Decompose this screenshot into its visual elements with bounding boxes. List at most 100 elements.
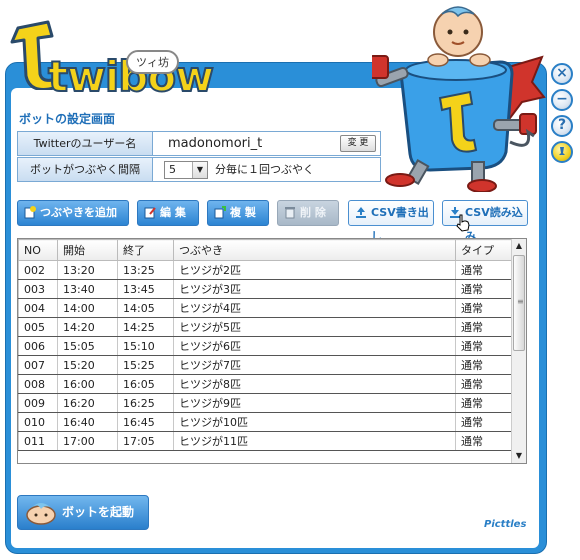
cell-no: 005 (18, 317, 58, 337)
delete-label: 削 除 (300, 206, 326, 219)
cell-type: 通常 (455, 279, 513, 299)
cell-tweet: ヒツジが2匹 (173, 260, 456, 280)
tweet-table[interactable]: NO 開始 終了 つぶやき タイプ 002 13:20 13:25 ヒツジが2匹 通常 0… (17, 238, 527, 464)
table-row[interactable]: 003 13:40 13:45 ヒツジが3匹 通常 (18, 279, 513, 299)
column-header-tweet[interactable]: つぶやき (173, 239, 456, 261)
table-row[interactable]: 004 14:00 14:05 ヒツジが4匹 通常 (18, 298, 513, 318)
interval-row: ボットがつぶやく間隔 5 ▼ 分毎に１回つぶやく (17, 157, 381, 182)
edit-icon (144, 207, 156, 219)
cell-type: 通常 (455, 431, 513, 451)
column-header-type[interactable]: タイプ (455, 239, 513, 261)
cell-tweet: ヒツジが3匹 (173, 279, 456, 299)
table-row[interactable]: 007 15:20 15:25 ヒツジが7匹 通常 (18, 355, 513, 375)
cell-end: 14:25 (117, 317, 174, 337)
cell-no: 002 (18, 260, 58, 280)
interval-select-value: 5 (169, 163, 176, 176)
cell-start: 16:20 (57, 393, 118, 413)
cell-tweet: ヒツジが4匹 (173, 298, 456, 318)
cell-tweet: ヒツジが10匹 (173, 412, 456, 432)
chevron-down-icon[interactable]: ▼ (192, 162, 207, 178)
table-row[interactable]: 009 16:20 16:25 ヒツジが9匹 通常 (18, 393, 513, 413)
minimize-icon[interactable]: − (551, 89, 573, 111)
cell-type: 通常 (455, 336, 513, 356)
cell-end: 15:25 (117, 355, 174, 375)
column-header-no[interactable]: NO (18, 239, 58, 261)
cell-end: 13:45 (117, 279, 174, 299)
cell-type: 通常 (455, 355, 513, 375)
cell-start: 14:20 (57, 317, 118, 337)
cell-tweet: ヒツジが6匹 (173, 336, 456, 356)
delete-button[interactable]: 削 除 (277, 200, 339, 226)
cell-start: 17:00 (57, 431, 118, 451)
cell-type: 通常 (455, 393, 513, 413)
table-row[interactable]: 005 14:20 14:25 ヒツジが5匹 通常 (18, 317, 513, 337)
scrollbar-thumb[interactable]: ≡ (513, 255, 525, 351)
cell-no: 009 (18, 393, 58, 413)
copy-icon (214, 206, 226, 219)
scroll-up-icon[interactable]: ▲ (512, 239, 526, 253)
cell-end: 13:25 (117, 260, 174, 280)
brand-logo: Picttles (484, 519, 527, 530)
interval-label: ボットがつぶやく間隔 (18, 158, 153, 181)
cell-end: 16:05 (117, 374, 174, 394)
cell-no: 006 (18, 336, 58, 356)
change-user-button[interactable]: 変 更 (340, 135, 376, 152)
copy-label: 複 製 (230, 206, 256, 219)
table-scrollbar[interactable]: ▲ ≡ ▼ (511, 239, 526, 463)
cell-type: 通常 (455, 317, 513, 337)
add-tweet-label: つぶやきを追加 (40, 206, 117, 219)
add-note-icon (24, 206, 36, 219)
pin-icon[interactable] (551, 141, 573, 163)
twitter-user-row: Twitterのユーザー名 madonomori_t 変 更 (17, 131, 381, 156)
cell-type: 通常 (455, 260, 513, 280)
interval-select[interactable]: 5 ▼ (164, 161, 208, 179)
table-row[interactable]: 006 15:05 15:10 ヒツジが6匹 通常 (18, 336, 513, 356)
help-icon[interactable]: ? (551, 115, 573, 137)
cell-tweet: ヒツジが5匹 (173, 317, 456, 337)
table-row[interactable]: 011 17:00 17:05 ヒツジが11匹 通常 (18, 431, 513, 451)
table-header-row: NO 開始 終了 つぶやき タイプ (18, 239, 513, 261)
interval-suffix: 分毎に１回つぶやく (215, 163, 314, 176)
cell-start: 16:40 (57, 412, 118, 432)
twitter-user-value: madonomori_t (168, 136, 263, 151)
cell-start: 13:20 (57, 260, 118, 280)
app-logo: twibow ツィ坊 (8, 18, 215, 99)
cell-end: 15:10 (117, 336, 174, 356)
table-row[interactable]: 010 16:40 16:45 ヒツジが10匹 通常 (18, 412, 513, 432)
start-bot-label: ボットを起動 (62, 505, 135, 519)
cell-no: 003 (18, 279, 58, 299)
table-row[interactable]: 002 13:20 13:25 ヒツジが2匹 通常 (18, 260, 513, 280)
edit-label: 編 集 (160, 206, 186, 219)
copy-button[interactable]: 複 製 (207, 200, 269, 226)
cell-tweet: ヒツジが9匹 (173, 393, 456, 413)
mascot-illustration (369, 2, 552, 193)
cell-end: 16:25 (117, 393, 174, 413)
cell-end: 14:05 (117, 298, 174, 318)
cell-no: 010 (18, 412, 58, 432)
table-row[interactable]: 008 16:00 16:05 ヒツジが8匹 通常 (18, 374, 513, 394)
start-bot-button[interactable]: ボットを起動 (17, 495, 149, 530)
cell-start: 14:00 (57, 298, 118, 318)
column-header-start[interactable]: 開始 (57, 239, 118, 261)
logo-badge: ツィ坊 (126, 50, 179, 74)
twitter-user-label: Twitterのユーザー名 (18, 132, 153, 155)
cell-tweet: ヒツジが7匹 (173, 355, 456, 375)
csv-export-button[interactable]: CSV書き出し (348, 200, 434, 243)
cell-start: 16:00 (57, 374, 118, 394)
cell-type: 通常 (455, 412, 513, 432)
scroll-down-icon[interactable]: ▼ (512, 449, 526, 463)
close-icon[interactable]: × (551, 63, 573, 85)
edit-button[interactable]: 編 集 (137, 200, 199, 226)
mascot-face-icon (26, 503, 56, 525)
add-tweet-button[interactable]: つぶやきを追加 (17, 200, 129, 226)
trash-icon (285, 207, 295, 219)
cell-no: 007 (18, 355, 58, 375)
cell-start: 15:05 (57, 336, 118, 356)
column-header-end[interactable]: 終了 (117, 239, 174, 261)
section-title: ボットの設定画面 (19, 112, 116, 126)
cell-end: 17:05 (117, 431, 174, 451)
cell-start: 15:20 (57, 355, 118, 375)
cell-no: 004 (18, 298, 58, 318)
cell-start: 13:40 (57, 279, 118, 299)
cell-end: 16:45 (117, 412, 174, 432)
